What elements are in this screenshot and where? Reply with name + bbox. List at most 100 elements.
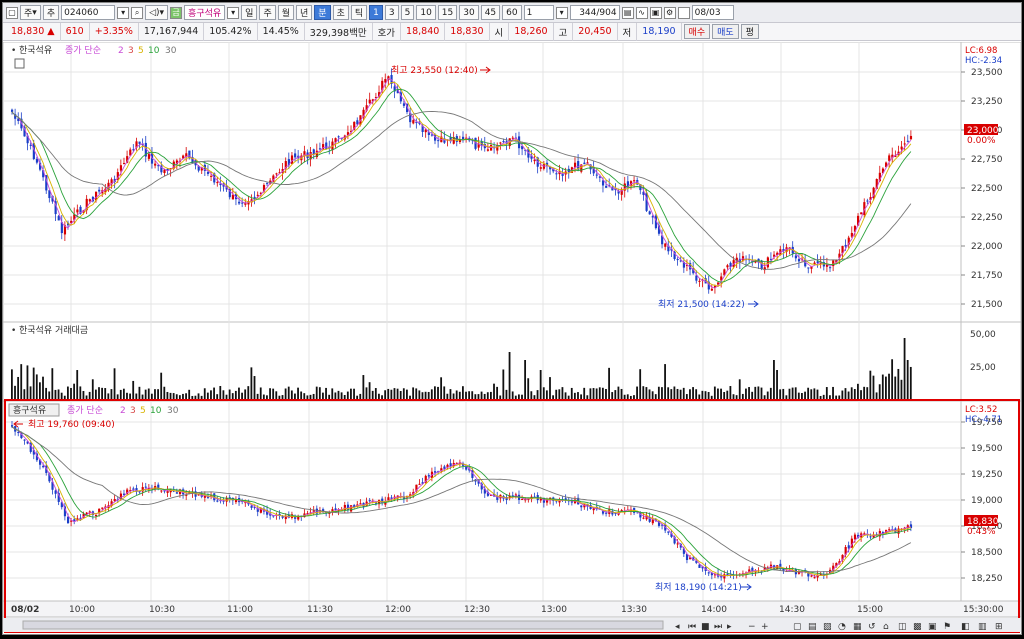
scroll-first-icon[interactable]: ⏮ [688, 622, 696, 632]
tool-icon-12[interactable]: ◧ [961, 622, 970, 632]
volume-bar [769, 387, 772, 400]
scroll-prev-icon[interactable]: ◂ [675, 622, 680, 632]
volume-bar [315, 386, 318, 400]
period-second[interactable]: 초 [332, 5, 349, 20]
tool-icon-13[interactable]: ▥ [978, 622, 987, 632]
date-input[interactable]: 08/03 [691, 5, 734, 20]
chart-svg[interactable]: • 한국석유 종가 단순 2 3 5 10 30 LC:6.98 HC:-2.3… [2, 41, 1022, 636]
save-icon[interactable]: ▣ [649, 6, 662, 19]
minute-3[interactable]: 3 [384, 5, 399, 20]
candle-body [312, 510, 315, 512]
grid-toggle-icon[interactable] [14, 58, 25, 69]
volume-bar [412, 387, 415, 400]
amount: 329,398백만 [305, 22, 373, 41]
tool-icon-5[interactable]: ▦ [853, 622, 862, 632]
search-icon[interactable]: ⌕ [131, 6, 144, 19]
tool-icon-11[interactable]: ⚑ [943, 622, 951, 632]
gear-icon[interactable]: ⚙ [663, 6, 676, 19]
period-week[interactable]: 주 [259, 5, 276, 20]
scroll-stop-icon[interactable]: ■ [701, 622, 710, 632]
scroll-last-icon[interactable]: ⏭ [714, 622, 722, 632]
period-minute[interactable]: 분 [314, 5, 331, 20]
candle-body [250, 505, 253, 508]
minute-5[interactable]: 5 [400, 5, 415, 20]
period-day[interactable]: 일 [241, 5, 258, 20]
panel1-low-note: 최저 21,500 (14:22) [658, 299, 745, 310]
stock-code-input[interactable]: 024060 [61, 5, 116, 20]
period-year[interactable]: 년 [296, 5, 313, 20]
tool-icon-14[interactable]: ⊞ [995, 622, 1003, 632]
x-axis-label: 08/02 [11, 605, 39, 615]
code-dropdown-icon[interactable]: ▾ [117, 6, 130, 19]
flat-button[interactable]: 평 [740, 24, 759, 39]
minute-1[interactable]: 1 [369, 5, 383, 20]
interval-dropdown-icon[interactable]: ▾ [555, 6, 568, 19]
window-icon[interactable]: ▢ [6, 6, 18, 19]
buy-button[interactable]: 매수 [683, 24, 711, 39]
stock-group-icon[interactable]: 금 [170, 6, 183, 19]
chart-type-label: 주 [24, 9, 33, 19]
minute-60[interactable]: 60 [502, 5, 522, 20]
minute-10[interactable]: 10 [416, 5, 436, 20]
tool-icon-2[interactable]: ▤ [808, 622, 817, 632]
volume-bar [259, 387, 262, 400]
volume-tick-25: 25,00 [970, 363, 996, 373]
volume-bar [757, 386, 760, 400]
compare-icon[interactable]: ∿ [635, 6, 648, 19]
tool-icon-7[interactable]: ⌂ [883, 622, 889, 632]
candle-body [188, 150, 191, 159]
volume-bar [853, 389, 856, 400]
chart-icon[interactable]: ▤ [621, 6, 634, 19]
candle-body [797, 259, 801, 262]
candle-body [486, 149, 490, 151]
tool-icon-3[interactable]: ▧ [823, 622, 832, 632]
candle-body [101, 507, 104, 509]
volume-bar [437, 386, 439, 400]
volume-bar [760, 387, 763, 400]
x-axis-label: 13:00 [541, 605, 567, 615]
tool-icon-4[interactable]: ◔ [838, 622, 846, 632]
volume-bar [42, 376, 44, 400]
chart-type-select[interactable]: 주 ▾ [20, 5, 41, 20]
period-tick[interactable]: 틱 [350, 5, 368, 20]
interval-input[interactable]: 1 [523, 5, 554, 20]
x-axis-label: 14:00 [701, 605, 727, 615]
minute-30[interactable]: 30 [459, 5, 479, 20]
volume-bar [54, 389, 57, 400]
volume-bar [157, 389, 159, 400]
sound-icon[interactable]: ◁)▾ [145, 5, 169, 20]
date-checkbox[interactable] [677, 6, 690, 19]
minute-15[interactable]: 15 [437, 5, 458, 20]
volume-bar [720, 388, 722, 400]
y-tick-label: 22,500 [971, 184, 1003, 194]
change-rate: +3.35% [90, 22, 139, 41]
volume-bar [424, 391, 427, 400]
add-button[interactable]: 추 [42, 5, 60, 20]
panel1-ma-label: 종가 단순 [65, 45, 101, 56]
open-value: 18,260 [509, 22, 554, 41]
stock-name-field[interactable]: 흥구석유 [184, 5, 226, 20]
scroll-next-icon[interactable]: ▸ [727, 622, 732, 632]
volume-bar [443, 386, 446, 400]
tool-icon-1[interactable]: ▢ [793, 622, 802, 632]
volume-bar [804, 391, 806, 400]
sell-button[interactable]: 매도 [712, 24, 739, 39]
volume-bar [303, 393, 306, 400]
scrollbar-thumb[interactable] [22, 620, 664, 630]
panel1-hc: HC:-2.34 [965, 56, 1002, 66]
zoom-in-icon[interactable]: + [761, 622, 769, 632]
tool-icon-6[interactable]: ↺ [868, 622, 876, 632]
p2-ma3-label: 3 [130, 406, 136, 416]
tool-icon-9[interactable]: ▩ [913, 622, 922, 632]
chart-area[interactable]: • 한국석유 종가 단순 2 3 5 10 30 LC:6.98 HC:-2.3… [2, 41, 1022, 636]
count-field[interactable]: 344/904 [569, 5, 620, 20]
name-dropdown-icon[interactable]: ▾ [227, 6, 240, 19]
volume-bar [807, 387, 810, 400]
minute-45[interactable]: 45 [480, 5, 501, 20]
candle-body [160, 490, 163, 492]
period-month[interactable]: 월 [277, 5, 295, 20]
zoom-out-icon[interactable]: − [748, 622, 756, 632]
tool-icon-8[interactable]: ◫ [898, 622, 907, 632]
tool-icon-10[interactable]: ▣ [928, 622, 937, 632]
quote-bar: 18,830 ▲ 610 +3.35% 17,167,944 105.42% 1… [3, 22, 1021, 41]
